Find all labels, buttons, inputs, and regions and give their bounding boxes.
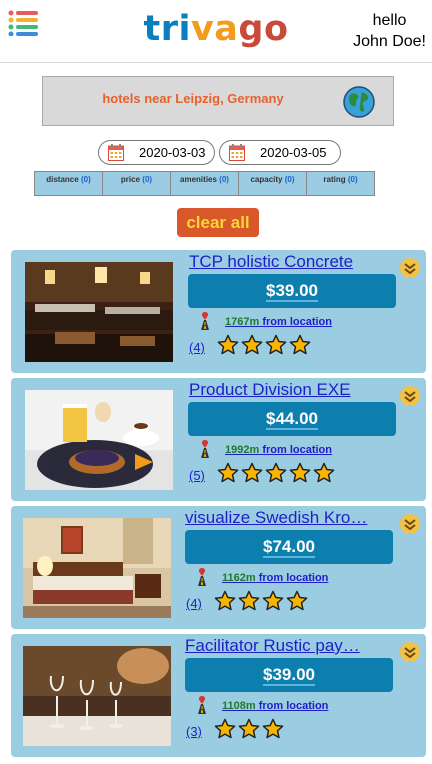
distance-suffix: from location: [258, 700, 329, 712]
hotel-title[interactable]: visualize Swedish Kro…: [185, 508, 385, 528]
star-rating: [217, 334, 311, 356]
price-value: $39.00: [266, 281, 318, 302]
hotel-title[interactable]: TCP holistic Concrete: [189, 252, 389, 272]
chevron-down-icon[interactable]: [400, 642, 420, 662]
star-rating: [217, 462, 335, 484]
price-value: $44.00: [266, 409, 318, 430]
star-icon: [241, 462, 263, 483]
star-rating: [214, 590, 308, 612]
review-count[interactable]: (3): [186, 724, 202, 739]
price-button[interactable]: $44.00: [188, 402, 396, 436]
distance-suffix: from location: [262, 316, 332, 328]
road-pin-icon: [198, 568, 206, 586]
greeting-line: hello: [372, 12, 407, 29]
hotel-card: Product Division EXE $44.00 1992m from l…: [11, 378, 426, 501]
price-value: $39.00: [263, 665, 315, 686]
search-query: hotels near Leipzig, Germany: [102, 91, 284, 106]
filter-label: amenities: [180, 175, 217, 184]
logo-part: va: [190, 9, 239, 49]
distance-value: 1108m: [222, 700, 256, 712]
star-rating: [214, 718, 284, 740]
star-icon: [289, 334, 311, 355]
filter-count: (0): [80, 175, 91, 184]
calendar-icon: [108, 144, 124, 161]
star-icon: [217, 462, 239, 483]
distance-suffix: from location: [258, 572, 329, 584]
star-icon: [214, 718, 236, 739]
chevron-down-icon[interactable]: [400, 514, 420, 534]
road-pin-icon: [201, 312, 209, 330]
search-box[interactable]: hotels near Leipzig, Germany: [42, 76, 394, 126]
checkout-date[interactable]: 2020-03-05: [219, 140, 341, 165]
distance-link[interactable]: 1767m from location: [225, 316, 332, 328]
star-icon: [313, 462, 335, 483]
hotel-image-buffet[interactable]: [25, 262, 173, 362]
road-pin-icon: [201, 440, 209, 458]
filter-label: rating: [323, 175, 346, 184]
filter-count: (0): [219, 175, 229, 184]
star-icon: [238, 590, 260, 611]
hotel-image-glasses[interactable]: [23, 646, 171, 746]
checkout-value: 2020-03-05: [260, 145, 327, 160]
filter-price[interactable]: price (0): [103, 172, 171, 195]
chevron-down-icon[interactable]: [400, 258, 420, 278]
review-count[interactable]: (4): [186, 596, 202, 611]
distance-link[interactable]: 1162m from location: [222, 572, 328, 584]
price-button[interactable]: $39.00: [188, 274, 396, 308]
filter-amenities[interactable]: amenities (0): [171, 172, 239, 195]
filter-count: (0): [284, 175, 295, 184]
review-count[interactable]: (4): [189, 340, 205, 355]
filter-capacity[interactable]: capacity (0): [239, 172, 307, 195]
distance-value: 1992m: [225, 444, 260, 456]
road-pin-icon: [198, 696, 206, 714]
star-icon: [262, 718, 284, 739]
hotel-image-bedroom[interactable]: [23, 518, 171, 618]
greeting-user: John Doe!: [353, 33, 426, 50]
star-icon: [238, 718, 260, 739]
hotel-title[interactable]: Product Division EXE: [189, 380, 389, 400]
star-icon: [265, 334, 287, 355]
distance-link[interactable]: 1992m from location: [225, 444, 332, 456]
chevron-down-icon[interactable]: [400, 386, 420, 406]
hotel-image-breakfast[interactable]: [25, 390, 173, 490]
hotel-card: TCP holistic Concrete $39.00 1767m from …: [11, 250, 426, 373]
price-button[interactable]: $74.00: [185, 530, 393, 564]
globe-icon[interactable]: [343, 86, 375, 118]
star-icon: [262, 590, 284, 611]
filter-label: distance: [46, 175, 79, 184]
filter-label: capacity: [250, 175, 283, 184]
star-icon: [214, 590, 236, 611]
distance-value: 1767m: [225, 316, 260, 328]
hotel-title[interactable]: Facilitator Rustic pay…: [185, 636, 385, 656]
logo-part: go: [238, 9, 289, 49]
filter-count: (0): [142, 175, 153, 184]
star-icon: [217, 334, 239, 355]
distance-value: 1162m: [222, 572, 256, 584]
header: trivago hello John Doe!: [0, 0, 432, 63]
clear-all-button[interactable]: clear all: [177, 208, 259, 237]
logo-part: tri: [143, 9, 191, 49]
checkin-value: 2020-03-03: [139, 145, 206, 160]
filter-rating[interactable]: rating (0): [307, 172, 374, 195]
filter-bar: distance (0) price (0) amenities (0) cap…: [34, 171, 375, 196]
filter-distance[interactable]: distance (0): [35, 172, 103, 195]
star-icon: [289, 462, 311, 483]
price-value: $74.00: [263, 537, 315, 558]
filter-label: price: [120, 175, 141, 184]
star-icon: [241, 334, 263, 355]
calendar-icon: [229, 144, 245, 161]
filter-count: (0): [347, 175, 358, 184]
distance-link[interactable]: 1108m from location: [222, 700, 328, 712]
star-icon: [265, 462, 287, 483]
price-button[interactable]: $39.00: [185, 658, 393, 692]
hotel-card: visualize Swedish Kro… $74.00 1162m from…: [11, 506, 426, 629]
greeting: hello John Doe!: [353, 10, 426, 52]
hotel-card: Facilitator Rustic pay… $39.00 1108m fro…: [11, 634, 426, 757]
checkin-date[interactable]: 2020-03-03: [98, 140, 215, 165]
star-icon: [286, 590, 308, 611]
review-count[interactable]: (5): [189, 468, 205, 483]
distance-suffix: from location: [262, 444, 332, 456]
